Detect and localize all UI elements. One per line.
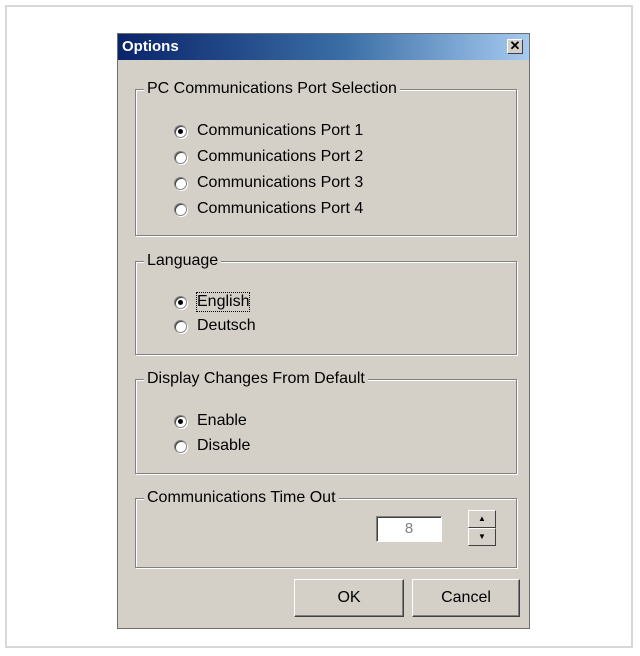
options-dialog: Options ✕ PC Communications Port Selecti… (117, 33, 530, 629)
port-2-label: Communications Port 2 (197, 148, 364, 165)
port-1-option[interactable]: Communications Port 1 (174, 120, 363, 142)
spin-up-button[interactable]: ▲ (468, 510, 496, 528)
language-deutsch-radio[interactable] (174, 319, 187, 333)
time-out-field[interactable]: 8 (376, 516, 442, 542)
language-english-label: English (195, 292, 251, 312)
port-2-option[interactable]: Communications Port 2 (174, 146, 363, 168)
language-english-radio[interactable] (174, 295, 187, 309)
language-deutsch-option[interactable]: Deutsch (174, 315, 256, 337)
time-out-legend: Communications Time Out (144, 489, 339, 507)
language-english-option[interactable]: English (174, 291, 251, 313)
port-1-label: Communications Port 1 (197, 122, 364, 139)
display-enable-option[interactable]: Enable (174, 410, 247, 432)
language-deutsch-label: Deutsch (197, 317, 256, 334)
time-out-group: Communications Time Out 8 ▲ ▼ (135, 489, 517, 568)
display-disable-radio[interactable] (174, 439, 187, 453)
port-selection-group: PC Communications Port Selection Communi… (135, 80, 517, 236)
window-title: Options (122, 38, 179, 55)
port-3-option[interactable]: Communications Port 3 (174, 172, 363, 194)
port-4-label: Communications Port 4 (197, 200, 364, 217)
spin-down-button[interactable]: ▼ (468, 528, 496, 546)
port-3-label: Communications Port 3 (197, 174, 364, 191)
port-2-radio[interactable] (174, 150, 187, 164)
close-button[interactable]: ✕ (507, 39, 523, 54)
display-disable-option[interactable]: Disable (174, 435, 250, 457)
radio-selected-dot (178, 128, 183, 134)
display-enable-radio[interactable] (174, 414, 187, 428)
time-out-spinner[interactable]: ▲ ▼ (468, 510, 496, 546)
port-1-radio[interactable] (174, 124, 187, 138)
radio-selected-dot (178, 299, 183, 305)
close-icon: ✕ (509, 38, 521, 53)
spin-up-icon: ▲ (478, 514, 486, 523)
language-group: Language English Deutsch (135, 252, 517, 355)
port-3-radio[interactable] (174, 176, 187, 190)
port-selection-legend: PC Communications Port Selection (144, 80, 400, 98)
port-4-radio[interactable] (174, 202, 187, 216)
cancel-button[interactable]: Cancel (412, 579, 520, 617)
spin-down-icon: ▼ (478, 532, 486, 541)
title-bar[interactable]: Options ✕ (118, 34, 529, 60)
display-enable-label: Enable (197, 412, 247, 429)
radio-selected-dot (178, 418, 183, 424)
ok-button[interactable]: OK (294, 579, 404, 617)
language-legend: Language (144, 252, 222, 270)
port-4-option[interactable]: Communications Port 4 (174, 198, 363, 220)
display-changes-group: Display Changes From Default Enable Disa… (135, 370, 517, 474)
display-changes-legend: Display Changes From Default (144, 370, 368, 388)
display-disable-label: Disable (197, 437, 251, 454)
